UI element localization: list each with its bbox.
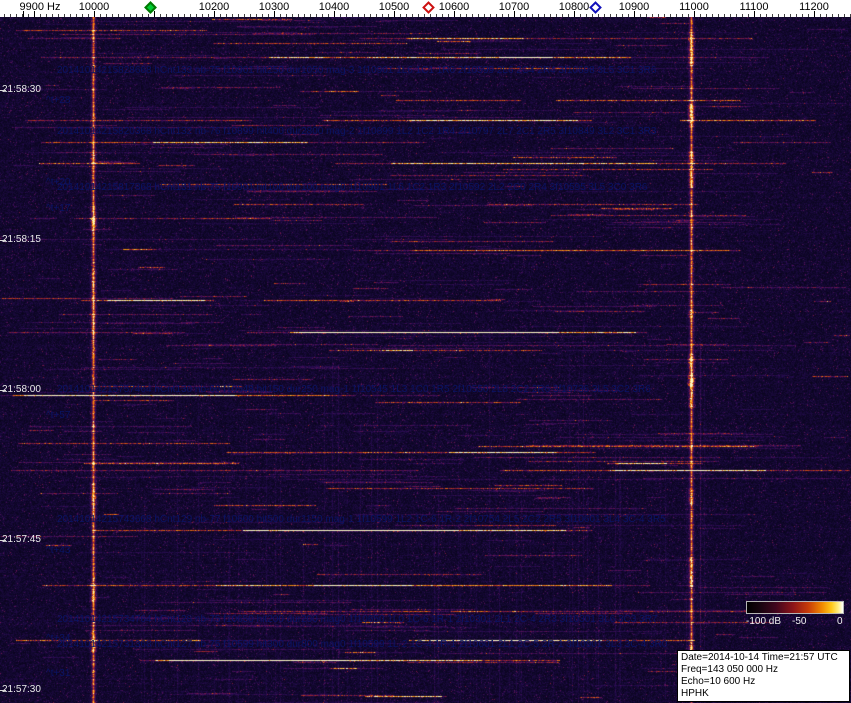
time-tick-label: 21:58:00 — [2, 384, 41, 395]
detection-record: 20141014215820368 hCnt132 nb-76 f10899 h… — [57, 126, 657, 137]
colorbar-gradient — [746, 601, 844, 614]
detection-record: 20141014215817868 hCnt131 nb-75 f10901 h… — [57, 182, 648, 193]
time-tick-label: 21:58:30 — [2, 84, 41, 95]
detection-record: 20141014215828668 hCnt133 nb-75 f10901 h… — [57, 65, 657, 76]
echo-time-marker: ^t+31 — [46, 668, 71, 679]
observation-info-box: Date=2014-10-14 Time=21:57 UTC Freq=143 … — [677, 650, 850, 702]
time-axis-tick — [0, 540, 6, 541]
colorbar-mid-label: -50 — [792, 616, 807, 627]
echo-time-marker: ^t+43 — [46, 545, 71, 556]
detection-record: 20141014215731368 hCnt127 nb-75 f10599 h… — [57, 639, 668, 650]
time-tick-label: 21:58:15 — [2, 234, 41, 245]
echo-time-marker: ^t+34 — [46, 633, 71, 644]
info-station: HPHK — [681, 688, 709, 699]
detection-record: 20141014215734764 hCnt128 nb-75 f10650 h… — [57, 614, 658, 625]
info-date-time: Date=2014-10-14 Time=21:57 UTC — [681, 652, 838, 663]
intensity-colorbar: -100 dB -50 0 — [746, 601, 846, 628]
time-axis-tick — [0, 90, 6, 91]
time-axis-tick — [0, 690, 6, 691]
ruler-major-ticks — [0, 11, 851, 17]
time-tick-label: 21:57:30 — [2, 684, 41, 695]
detection-record: 20141014215757464 hCnt130 nb-66 f10548 h… — [57, 384, 651, 395]
echo-time-marker: ^t+17 — [46, 203, 71, 214]
time-axis-tick — [0, 390, 6, 391]
info-echo: Echo=10 600 Hz — [681, 676, 756, 687]
time-tick-label: 21:57:45 — [2, 534, 41, 545]
spectrogram-canvas — [0, 17, 851, 703]
colorbar-min-label: -100 dB — [746, 616, 782, 627]
info-frequency: Freq=143 050 000 Hz — [681, 664, 779, 675]
frequency-ruler: 9900 Hz 10000 10200 10300 10400 10500 10… — [0, 0, 851, 17]
echo-time-marker: ^t+20 — [46, 177, 71, 188]
time-axis-tick — [0, 240, 6, 241]
colorbar-max-label: 0 — [837, 616, 843, 627]
detection-record: 20141014215743668 hCnt129 nb-77 f10600 h… — [57, 514, 666, 525]
spectrogram-screen: 9900 Hz 10000 10200 10300 10400 10500 10… — [0, 0, 851, 703]
colorbar-labels: -100 dB -50 0 — [746, 616, 846, 628]
echo-time-marker: ^t+57 — [46, 410, 71, 421]
echo-time-marker: ^t+28 — [46, 95, 71, 106]
